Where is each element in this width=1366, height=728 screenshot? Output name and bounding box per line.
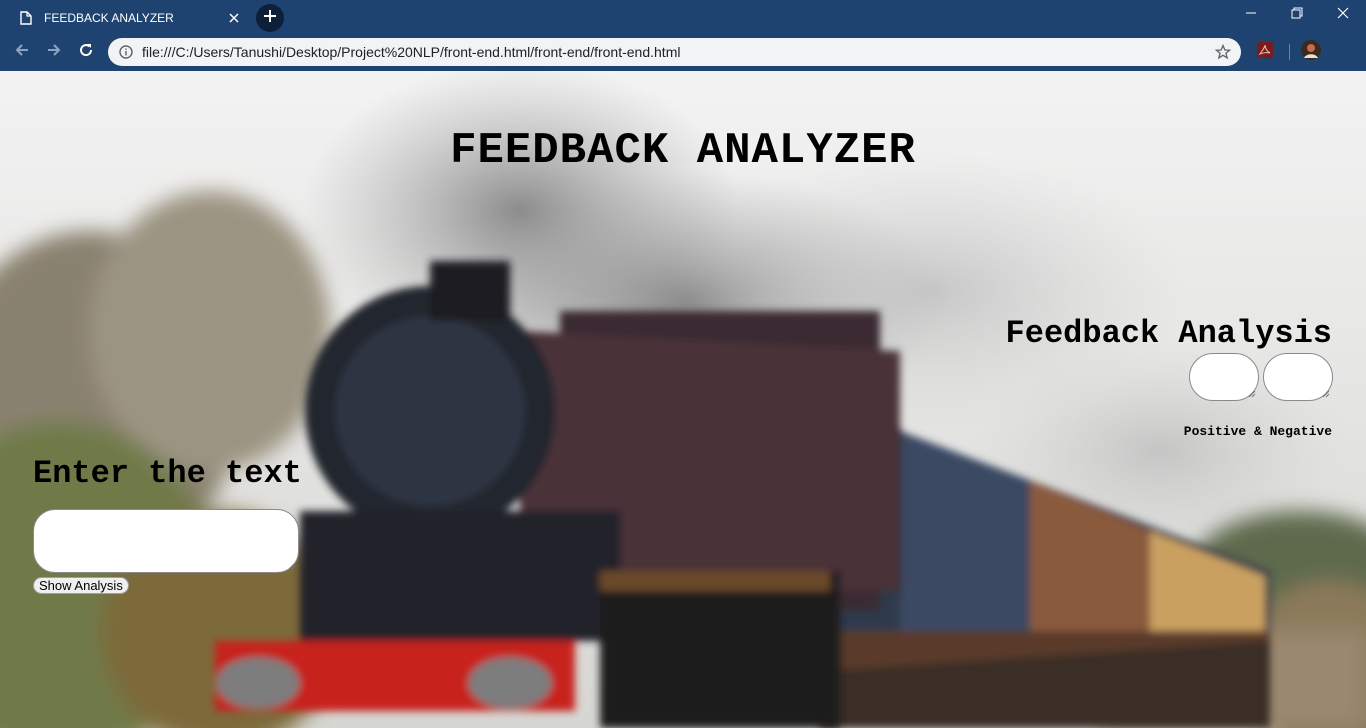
resize-grip-icon[interactable] xyxy=(288,562,296,570)
new-tab-button[interactable] xyxy=(256,4,284,32)
plus-icon xyxy=(263,9,277,28)
tab-title: FEEDBACK ANALYZER xyxy=(44,11,174,25)
pdf-extension-icon xyxy=(1256,41,1274,64)
address-bar[interactable]: file:///C:/Users/Tanushi/Desktop/Project… xyxy=(108,38,1241,66)
page-title: FEEDBACK ANALYZER xyxy=(450,126,916,176)
page-viewport: FEEDBACK ANALYZER Feedback Analysis Posi… xyxy=(0,71,1366,728)
profile-button[interactable] xyxy=(1300,39,1322,65)
close-window-icon xyxy=(1337,6,1349,24)
restore-button[interactable] xyxy=(1274,0,1320,30)
feedback-text-input[interactable] xyxy=(33,509,299,573)
back-icon xyxy=(14,42,30,63)
star-icon[interactable] xyxy=(1213,42,1233,62)
toolbar-separator xyxy=(1289,44,1290,60)
close-icon[interactable] xyxy=(222,6,246,30)
page-icon xyxy=(20,11,32,25)
forward-icon xyxy=(46,42,62,63)
forward-button[interactable] xyxy=(40,38,68,66)
minimize-button[interactable] xyxy=(1228,0,1274,30)
reload-button[interactable] xyxy=(72,38,100,66)
url-text[interactable]: file:///C:/Users/Tanushi/Desktop/Project… xyxy=(142,44,1213,60)
browser-tab[interactable]: FEEDBACK ANALYZER xyxy=(8,2,248,34)
minimize-icon xyxy=(1245,6,1257,24)
feedback-analysis-title: Feedback Analysis xyxy=(1005,315,1332,352)
positive-output-box[interactable] xyxy=(1189,353,1259,401)
reload-icon xyxy=(78,42,94,63)
input-label: Enter the text xyxy=(33,455,302,492)
info-icon[interactable] xyxy=(119,45,133,59)
close-window-button[interactable] xyxy=(1320,0,1366,30)
show-analysis-button[interactable]: Show Analysis xyxy=(33,577,129,594)
negative-output-box[interactable] xyxy=(1263,353,1333,401)
resize-grip-icon[interactable] xyxy=(1322,390,1330,398)
back-button[interactable] xyxy=(8,38,36,66)
pdf-extension-button[interactable] xyxy=(1254,41,1276,63)
resize-grip-icon[interactable] xyxy=(1248,390,1256,398)
profile-avatar xyxy=(1301,39,1321,65)
restore-icon xyxy=(1291,6,1303,24)
analysis-caption: Positive & Negative xyxy=(1183,424,1332,439)
